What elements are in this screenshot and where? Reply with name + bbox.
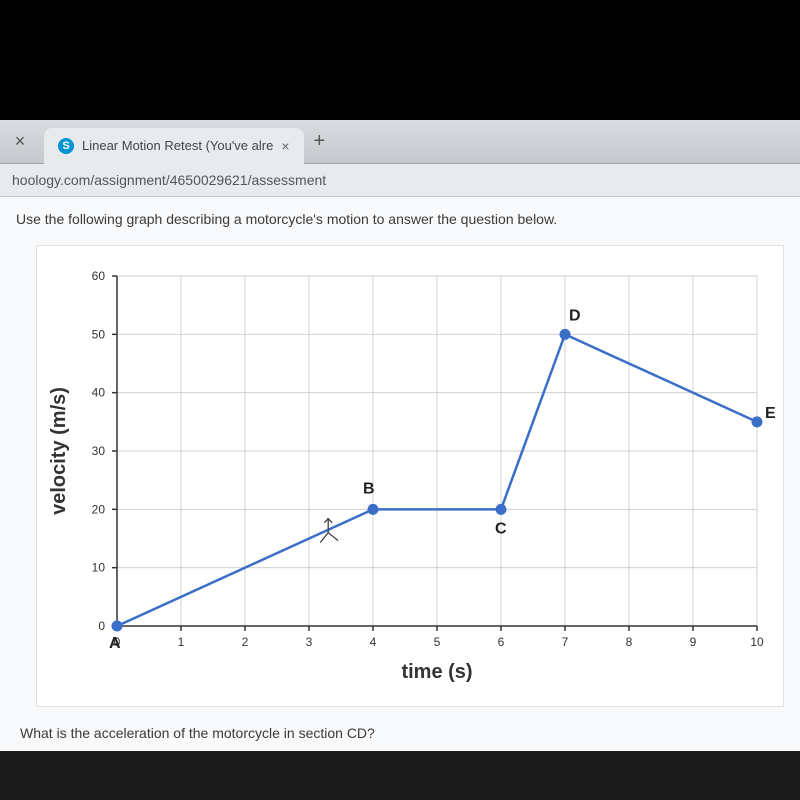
point-label-A: A (109, 635, 121, 652)
y-tick-label: 60 (92, 269, 106, 283)
browser-tab-strip: × S Linear Motion Retest (You've alre × … (0, 120, 800, 164)
y-tick-label: 30 (92, 444, 106, 458)
question-intro-text: Use the following graph describing a mot… (16, 211, 784, 227)
y-tick-label: 20 (92, 502, 106, 516)
y-tick-label: 10 (92, 561, 106, 575)
url-text: hoology.com/assignment/4650029621/assess… (12, 172, 326, 188)
x-tick-label: 10 (750, 635, 764, 649)
x-tick-label: 7 (562, 635, 569, 649)
prev-tab-close-icon[interactable]: × (8, 130, 32, 154)
x-tick-label: 6 (498, 635, 505, 649)
tab-title: Linear Motion Retest (You've alre (82, 138, 273, 153)
address-bar[interactable]: hoology.com/assignment/4650029621/assess… (0, 164, 800, 197)
chart-svg: 0123456789100102030405060ABCDEtime (s)ve… (37, 256, 777, 696)
data-point-C (496, 504, 507, 515)
schoology-favicon: S (58, 138, 74, 154)
point-label-C: C (495, 520, 507, 537)
page-content: Use the following graph describing a mot… (0, 197, 800, 751)
y-tick-label: 40 (92, 386, 106, 400)
velocity-time-chart: 0123456789100102030405060ABCDEtime (s)ve… (36, 245, 784, 707)
x-tick-label: 1 (178, 635, 185, 649)
x-tick-label: 9 (690, 635, 697, 649)
data-point-A (112, 621, 123, 632)
x-tick-label: 8 (626, 635, 633, 649)
data-point-D (560, 329, 571, 340)
y-tick-label: 0 (98, 619, 105, 633)
x-tick-label: 2 (242, 635, 249, 649)
question-text: What is the acceleration of the motorcyc… (20, 725, 784, 741)
y-axis-label: velocity (m/s) (48, 387, 70, 515)
point-label-B: B (363, 480, 375, 497)
data-point-B (368, 504, 379, 515)
active-tab[interactable]: S Linear Motion Retest (You've alre × (44, 128, 304, 164)
data-point-E (752, 416, 763, 427)
x-tick-label: 4 (370, 635, 377, 649)
black-border-top (0, 0, 800, 120)
x-tick-label: 5 (434, 635, 441, 649)
x-tick-label: 3 (306, 635, 313, 649)
point-label-E: E (765, 405, 776, 422)
point-label-D: D (569, 307, 581, 324)
new-tab-button[interactable]: + (314, 130, 326, 153)
y-tick-label: 50 (92, 327, 106, 341)
close-tab-icon[interactable]: × (281, 138, 289, 154)
x-axis-label: time (s) (401, 661, 472, 683)
